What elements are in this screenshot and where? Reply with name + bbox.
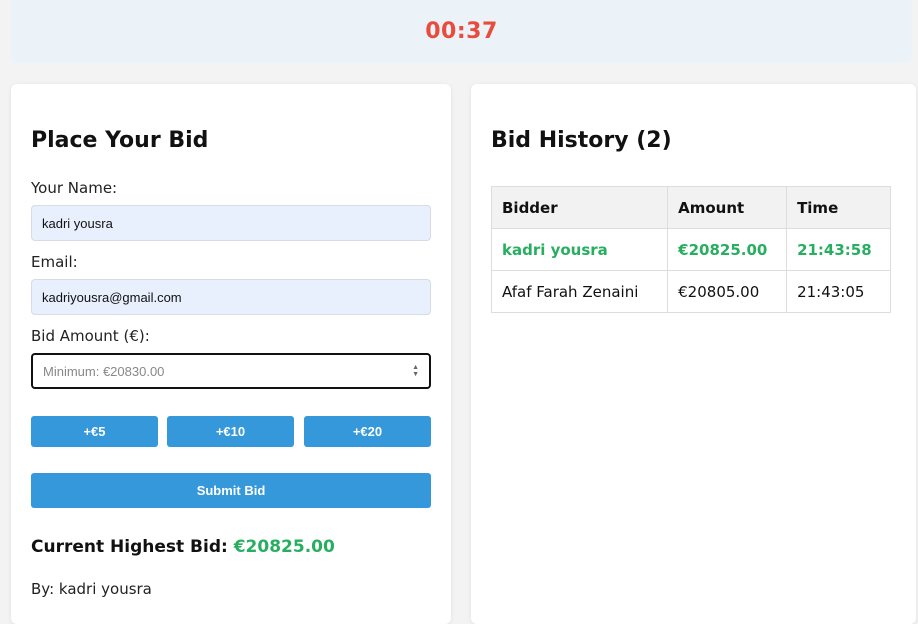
email-input[interactable]: kadriyousra@gmail.com — [31, 279, 431, 315]
column-header-bidder: Bidder — [490, 186, 669, 229]
time-cell: 21:43:05 — [786, 270, 891, 313]
table-row: Afaf Farah Zenaini €20805.00 21:43:05 — [490, 270, 891, 313]
time-cell: 21:43:58 — [786, 228, 891, 271]
highest-bid-label: Current Highest Bid: — [31, 537, 228, 557]
bid-form-card: Place Your Bid Your Name: kadri yousra E… — [11, 84, 451, 624]
table-header-row: Bidder Amount Time — [490, 186, 891, 229]
current-highest-bid: Current Highest Bid: €20825.00 — [31, 537, 335, 557]
bidder-cell: kadri yousra — [490, 228, 669, 271]
bid-amount-placeholder: Minimum: €20830.00 — [43, 363, 165, 379]
column-header-time: Time — [786, 186, 891, 229]
highest-bid-value: €20825.00 — [233, 537, 335, 557]
name-input[interactable]: kadri yousra — [31, 205, 431, 241]
bid-amount-input[interactable]: Minimum: €20830.00 ▲ ▼ — [31, 353, 431, 389]
submit-bid-button[interactable]: Submit Bid — [31, 473, 431, 508]
column-header-amount: Amount — [667, 186, 788, 229]
increment-10-button[interactable]: +€10 — [167, 416, 294, 447]
number-spinner-icon[interactable]: ▲ ▼ — [412, 364, 419, 378]
highest-bidder: By: kadri yousra — [31, 580, 152, 598]
email-label: Email: — [31, 253, 78, 271]
timer-bar: 00:37 — [11, 0, 912, 63]
bid-amount-label: Bid Amount (€): — [31, 327, 150, 345]
name-label: Your Name: — [31, 179, 118, 197]
countdown-timer: 00:37 — [425, 19, 498, 44]
bid-history-title: Bid History (2) — [491, 128, 672, 153]
bid-history-table: Bidder Amount Time kadri yousra €20825.0… — [490, 186, 891, 313]
bidder-cell: Afaf Farah Zenaini — [490, 270, 669, 313]
bid-form-title: Place Your Bid — [31, 128, 209, 153]
increment-20-button[interactable]: +€20 — [304, 416, 431, 447]
bid-history-card: Bid History (2) Bidder Amount Time kadri… — [471, 84, 916, 624]
amount-cell: €20805.00 — [667, 270, 788, 313]
table-row: kadri yousra €20825.00 21:43:58 — [490, 228, 891, 271]
increment-5-button[interactable]: +€5 — [31, 416, 158, 447]
amount-cell: €20825.00 — [667, 228, 788, 271]
